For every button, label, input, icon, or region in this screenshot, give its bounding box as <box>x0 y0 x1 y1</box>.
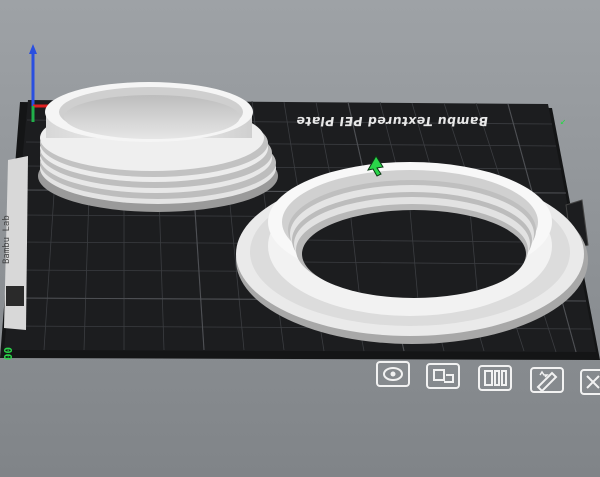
scene-canvas[interactable]: ↙ <box>0 0 600 477</box>
model-threaded-cylinder[interactable] <box>38 82 278 212</box>
plate-name-label: Bambu Textured PEI Plate <box>294 114 490 129</box>
layout-button[interactable] <box>476 363 514 393</box>
layout-icon <box>478 365 512 391</box>
corner-marker-icon: ↙ <box>560 116 566 127</box>
orient-button[interactable] <box>374 359 412 389</box>
edit-plate-button[interactable] <box>528 365 566 395</box>
orient-icon <box>376 361 410 387</box>
edit-plate-icon <box>530 367 564 393</box>
close-icon <box>580 369 600 395</box>
plate-side-label: Bambu Lab <box>2 215 12 265</box>
close-plate-button[interactable] <box>578 367 600 397</box>
origin-label: 00 <box>1 347 14 361</box>
arrange-icon <box>426 363 460 389</box>
arrange-button[interactable] <box>424 361 462 391</box>
3d-viewport[interactable]: ↙ Bambu Textured PEI Plate 00 Bambu Lab <box>0 0 600 477</box>
